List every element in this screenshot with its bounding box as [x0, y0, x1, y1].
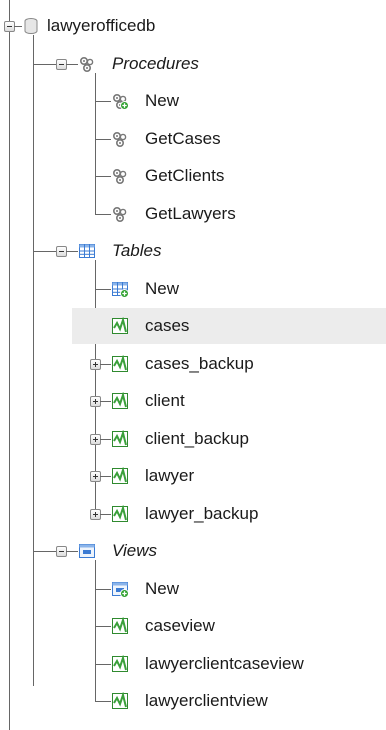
database-icon — [22, 17, 40, 35]
tree-connector-line — [100, 476, 111, 477]
table-item[interactable]: cases_backup — [145, 354, 254, 374]
tree-connector-line — [66, 63, 78, 65]
tree-connector-line — [95, 560, 96, 701]
tree-connector-line — [95, 72, 96, 214]
table-icon — [111, 317, 129, 335]
view-icon — [111, 617, 129, 635]
view-icon — [111, 654, 129, 673]
table-icon — [111, 429, 129, 448]
tree-connector-line — [100, 401, 111, 402]
tree-connector-line — [33, 63, 56, 65]
tree-connector-line — [33, 251, 56, 252]
tree-connector-line — [95, 213, 111, 215]
new-procedure-icon — [111, 92, 129, 110]
table-item[interactable]: client_backup — [145, 429, 249, 449]
tree-connector-line — [66, 251, 78, 252]
tables-group[interactable]: Tables — [112, 241, 161, 261]
tables-group-icon — [78, 242, 96, 260]
tree-connector-line — [95, 176, 111, 177]
table-item[interactable]: lawyer_backup — [145, 504, 258, 524]
procedure-item[interactable]: GetCases — [145, 129, 221, 149]
table-item[interactable]: client — [145, 391, 185, 411]
table-icon — [111, 354, 129, 373]
views-group-icon — [78, 542, 96, 560]
tree-connector-line — [95, 138, 111, 140]
new-table-icon — [111, 280, 129, 298]
view-item[interactable]: lawyerclientcaseview — [145, 654, 304, 674]
tree-connector-line — [95, 626, 111, 627]
table-item[interactable]: lawyer — [145, 466, 194, 486]
table-icon — [111, 504, 129, 523]
tree-connector-line — [33, 35, 34, 686]
procedure-item[interactable]: GetLawyers — [145, 204, 236, 224]
procedure-icon — [111, 205, 129, 223]
navigation-tree: lawyerofficedb Procedures New GetCases GetCl… — [0, 0, 386, 730]
table-icon — [111, 467, 129, 485]
new-view-item[interactable]: New — [145, 579, 179, 599]
tree-connector-line — [95, 663, 111, 665]
tree-connector-line — [9, 0, 10, 730]
tree-connector-line — [100, 438, 111, 440]
procedures-group-icon — [78, 55, 96, 73]
view-item[interactable]: lawyerclientview — [145, 691, 268, 711]
table-item[interactable]: cases — [145, 316, 189, 336]
view-item[interactable]: caseview — [145, 616, 215, 636]
views-group[interactable]: Views — [112, 541, 157, 561]
tree-connector-line — [100, 363, 111, 365]
tree-connector-line — [66, 551, 78, 552]
tree-connector-line — [95, 288, 111, 290]
tree-connector-line — [33, 551, 56, 552]
tree-connector-line — [95, 588, 111, 590]
procedure-icon — [111, 167, 129, 185]
procedures-group[interactable]: Procedures — [112, 54, 199, 74]
tree-connector-line — [100, 513, 111, 515]
new-procedure-item[interactable]: New — [145, 91, 179, 111]
tree-connector-line — [95, 101, 111, 102]
table-icon — [111, 392, 129, 410]
new-view-icon — [111, 580, 129, 598]
view-icon — [111, 692, 129, 710]
tree-connector-line — [14, 26, 22, 27]
procedure-item[interactable]: GetClients — [145, 166, 224, 186]
procedure-icon — [111, 130, 129, 148]
tree-connector-line — [95, 701, 111, 702]
database-node[interactable]: lawyerofficedb — [47, 16, 155, 36]
new-table-item[interactable]: New — [145, 279, 179, 299]
